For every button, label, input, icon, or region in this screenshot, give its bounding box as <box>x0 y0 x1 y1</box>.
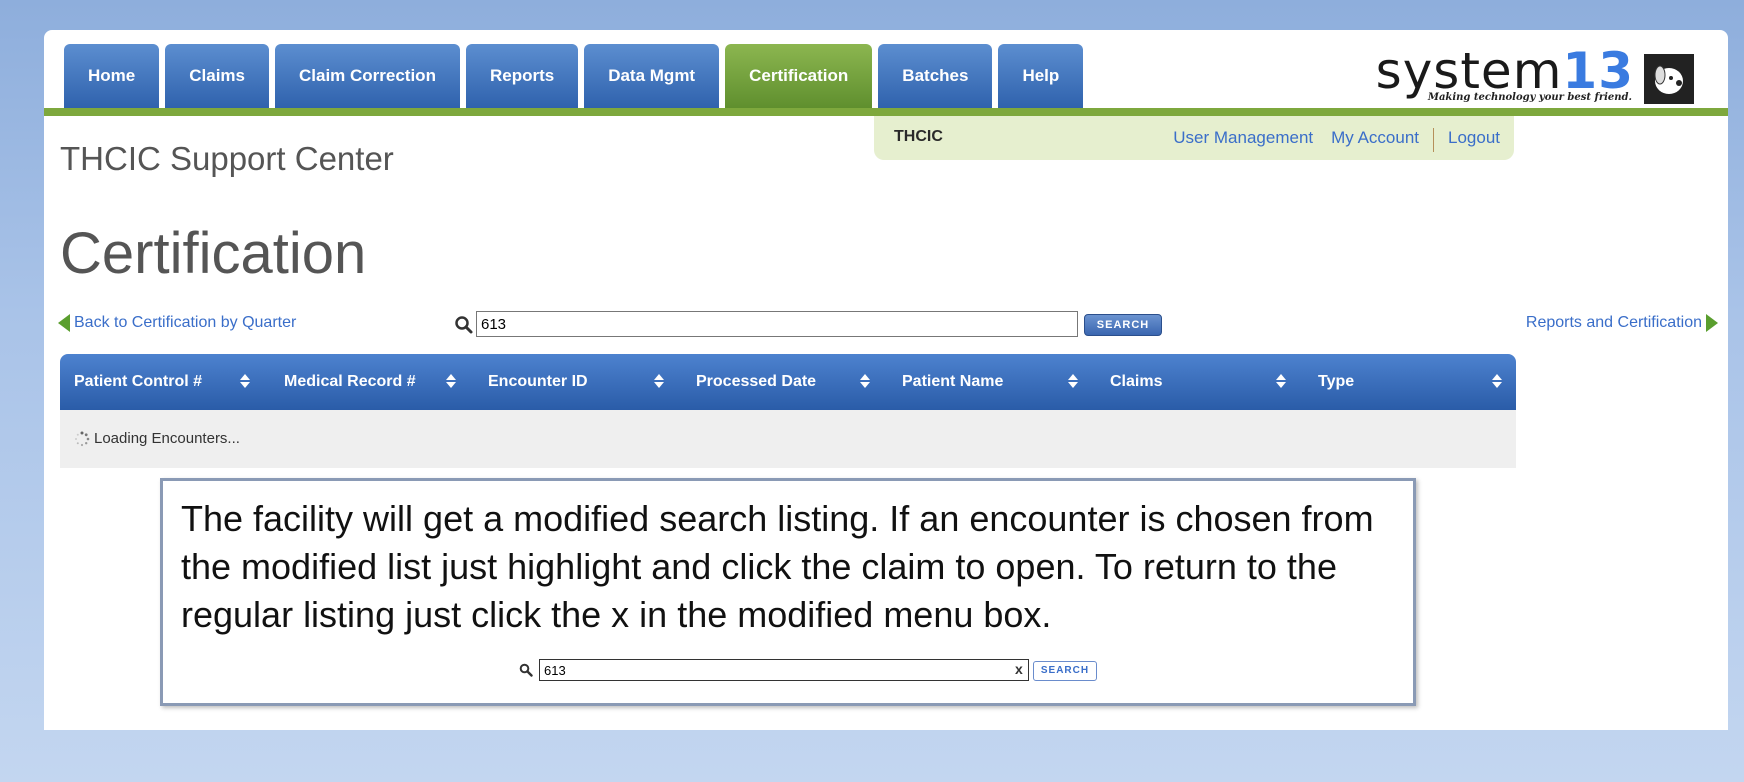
link-separator <box>1433 128 1434 152</box>
system13-logo: system13 Making technology your best fri… <box>1376 42 1694 104</box>
header-divider <box>44 108 1728 116</box>
org-label: THCIC <box>894 128 943 145</box>
modified-search-button[interactable]: SEARCH <box>1033 661 1097 681</box>
tab-home[interactable]: Home <box>64 44 160 108</box>
sort-icon[interactable] <box>1492 374 1502 388</box>
page-title: Certification <box>60 221 367 286</box>
col-patient-control[interactable]: Patient Control # <box>74 354 202 410</box>
site-title: THCIC Support Center <box>60 140 394 177</box>
arrow-right-icon <box>1706 314 1718 332</box>
reports-certification-link[interactable]: Reports and Certification <box>1526 314 1718 332</box>
search-button[interactable]: SEARCH <box>1084 314 1162 336</box>
clear-search-icon[interactable]: x <box>1015 662 1027 676</box>
tab-claims[interactable]: Claims <box>165 44 269 108</box>
my-account-link[interactable]: My Account <box>1331 128 1419 152</box>
callout-text: The facility will get a modified search … <box>181 498 1374 635</box>
tab-help[interactable]: Help <box>998 44 1084 108</box>
forward-link-label: Reports and Certification <box>1525 314 1702 331</box>
loading-indicator: Loading Encounters... <box>74 430 240 447</box>
col-encounter-id[interactable]: Encounter ID <box>488 354 588 410</box>
search-input[interactable] <box>476 311 1078 337</box>
instruction-callout: The facility will get a modified search … <box>160 478 1416 706</box>
col-type[interactable]: Type <box>1318 354 1354 410</box>
search-icon <box>455 316 473 334</box>
modified-search-box: x SEARCH <box>519 655 1099 685</box>
tab-certification[interactable]: Certification <box>725 44 873 108</box>
arrow-left-icon <box>58 314 70 332</box>
sort-icon[interactable] <box>446 374 456 388</box>
back-to-certification-link[interactable]: Back to Certification by Quarter <box>58 314 296 332</box>
user-bar: THCIC User Management My Account Logout <box>874 116 1514 160</box>
sort-icon[interactable] <box>1276 374 1286 388</box>
dog-icon <box>1644 54 1694 104</box>
tab-data-mgmt[interactable]: Data Mgmt <box>584 44 720 108</box>
spinner-icon <box>75 431 90 446</box>
user-links: User Management My Account Logout <box>1173 128 1500 152</box>
sort-icon[interactable] <box>1068 374 1078 388</box>
logo-tagline: Making technology your best friend. <box>1427 92 1632 103</box>
back-link-label: Back to Certification by Quarter <box>74 314 297 331</box>
encounters-table-header: Patient Control # Medical Record # Encou… <box>60 354 1516 410</box>
sort-icon[interactable] <box>654 374 664 388</box>
col-claims[interactable]: Claims <box>1110 354 1162 410</box>
col-medical-record[interactable]: Medical Record # <box>284 354 416 410</box>
sort-icon[interactable] <box>860 374 870 388</box>
main-nav: Home Claims Claim Correction Reports Dat… <box>64 44 1084 108</box>
user-management-link[interactable]: User Management <box>1173 128 1313 152</box>
tab-batches[interactable]: Batches <box>878 44 993 108</box>
logout-link[interactable]: Logout <box>1448 128 1500 152</box>
col-processed-date[interactable]: Processed Date <box>696 354 816 410</box>
col-patient-name[interactable]: Patient Name <box>902 354 1003 410</box>
sort-icon[interactable] <box>240 374 250 388</box>
loading-text: Loading Encounters... <box>94 430 240 447</box>
table-loading-row: Loading Encounters... <box>60 410 1516 468</box>
tab-reports[interactable]: Reports <box>465 44 579 108</box>
tab-claim-correction[interactable]: Claim Correction <box>274 44 460 108</box>
search-icon <box>519 663 533 677</box>
modified-search-input[interactable] <box>539 659 1029 681</box>
